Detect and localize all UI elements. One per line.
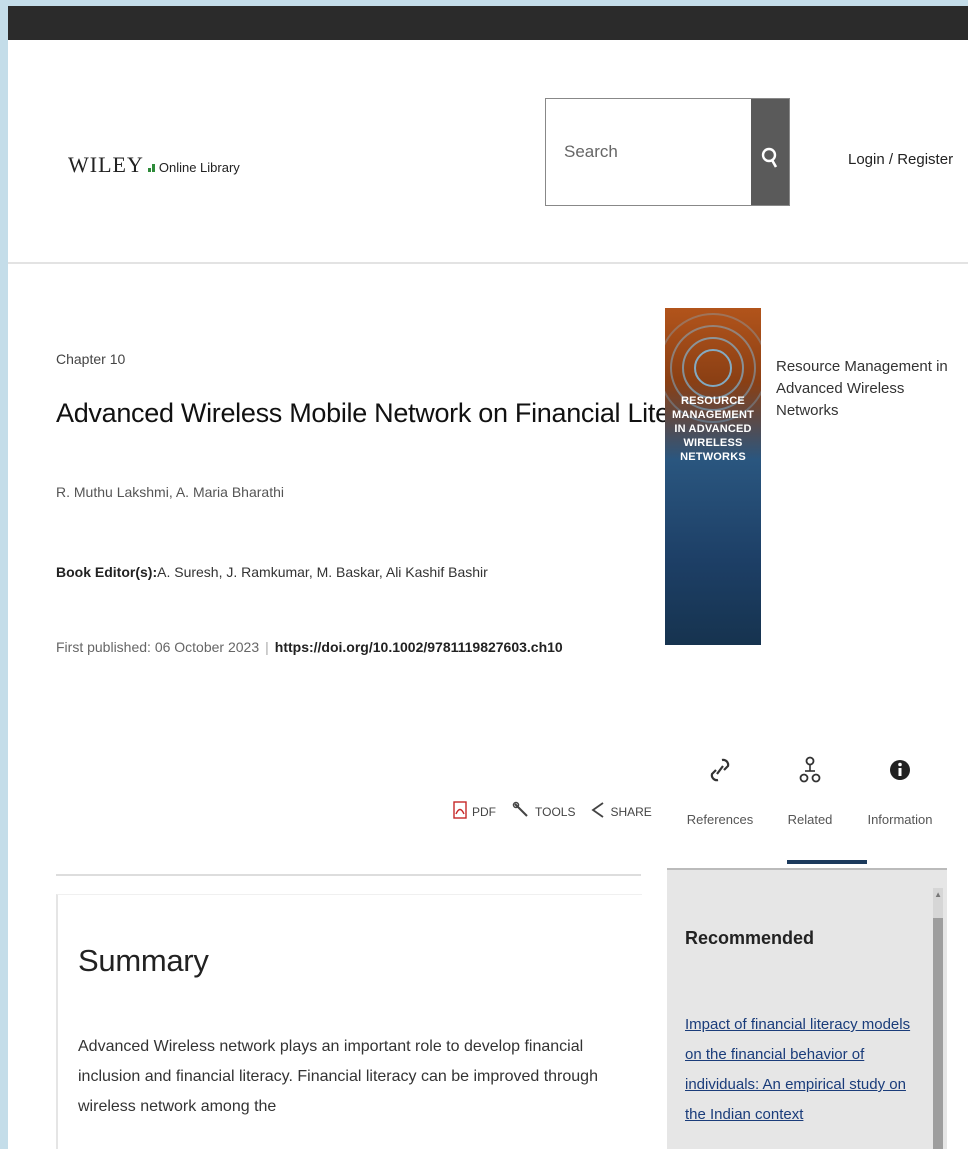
site-header: WILEY Online Library Login / Register — [8, 40, 968, 264]
wiley-logo[interactable]: WILEY Online Library — [68, 152, 240, 178]
tab-references-label: References — [686, 812, 754, 827]
pdf-icon — [453, 801, 467, 822]
pdf-label: PDF — [472, 804, 496, 819]
tab-information[interactable]: Information — [855, 746, 945, 864]
chapter-label: Chapter 10 — [56, 351, 126, 367]
tab-references[interactable]: References — [675, 746, 765, 864]
book-title-link[interactable]: Resource Management in Advanced Wireless… — [776, 356, 961, 422]
logo-mark-icon — [147, 153, 157, 172]
article-actions: PDF TOOLS SHARE — [453, 801, 652, 822]
logo-sub: Online Library — [158, 160, 240, 175]
tab-related-label: Related — [787, 812, 833, 827]
summary-section: Summary Advanced Wireless network plays … — [56, 894, 642, 1149]
book-cover[interactable]: RESOURCE MANAGEMENT IN ADVANCED WIRELESS… — [665, 308, 761, 645]
separator: | — [265, 639, 269, 655]
sidebar-tabs: References Related Information — [675, 746, 957, 864]
scroll-up-arrow-icon[interactable]: ▲ — [934, 890, 942, 899]
scrollbar-thumb[interactable] — [933, 918, 943, 1149]
recommended-panel: Recommended Impact of financial literacy… — [667, 868, 947, 1149]
top-bar — [8, 6, 968, 40]
related-icon — [765, 756, 855, 784]
info-icon — [855, 756, 945, 784]
page: WILEY Online Library Login / Register Ch… — [8, 6, 968, 1149]
recommended-link[interactable]: Impact of financial literacy models on t… — [685, 1010, 930, 1130]
editors-label: Book Editor(s): — [56, 564, 158, 580]
book-editors: Book Editor(s):A. Suresh, J. Ramkumar, M… — [56, 564, 488, 580]
link-icon — [675, 756, 765, 784]
share-label: SHARE — [610, 804, 652, 819]
logo-brand: WILEY — [68, 152, 144, 177]
doi-link[interactable]: https://doi.org/10.1002/9781119827603.ch… — [275, 639, 563, 655]
editors-names[interactable]: A. Suresh, J. Ramkumar, M. Baskar, Ali K… — [157, 564, 488, 580]
tab-information-label: Information — [867, 812, 933, 827]
author-list[interactable]: R. Muthu Lakshmi, A. Maria Bharathi — [56, 484, 284, 500]
publication-line: First published: 06 October 2023 | https:/… — [56, 639, 563, 655]
recommended-heading: Recommended — [685, 928, 815, 948]
share-button[interactable]: SHARE — [591, 801, 652, 822]
share-icon — [591, 801, 605, 822]
search-box — [545, 98, 790, 206]
login-register-link[interactable]: Login / Register — [848, 151, 953, 168]
chapter-title: Advanced Wireless Mobile Network on Fina… — [56, 398, 720, 428]
search-button[interactable] — [751, 99, 789, 205]
pdf-button[interactable]: PDF — [453, 801, 496, 822]
search-input[interactable] — [546, 99, 751, 205]
tab-related[interactable]: Related — [765, 746, 867, 864]
wrench-icon — [512, 801, 530, 822]
summary-text: Advanced Wireless network plays an impor… — [78, 1038, 598, 1115]
section-divider — [56, 874, 641, 876]
published-date: First published: 06 October 2023 — [56, 639, 260, 655]
tools-label: TOOLS — [535, 804, 576, 819]
tools-button[interactable]: TOOLS — [512, 801, 575, 822]
search-icon — [761, 147, 779, 174]
summary-heading: Summary — [78, 943, 209, 978]
cover-title: RESOURCE MANAGEMENT IN ADVANCED WIRELESS… — [671, 395, 755, 463]
